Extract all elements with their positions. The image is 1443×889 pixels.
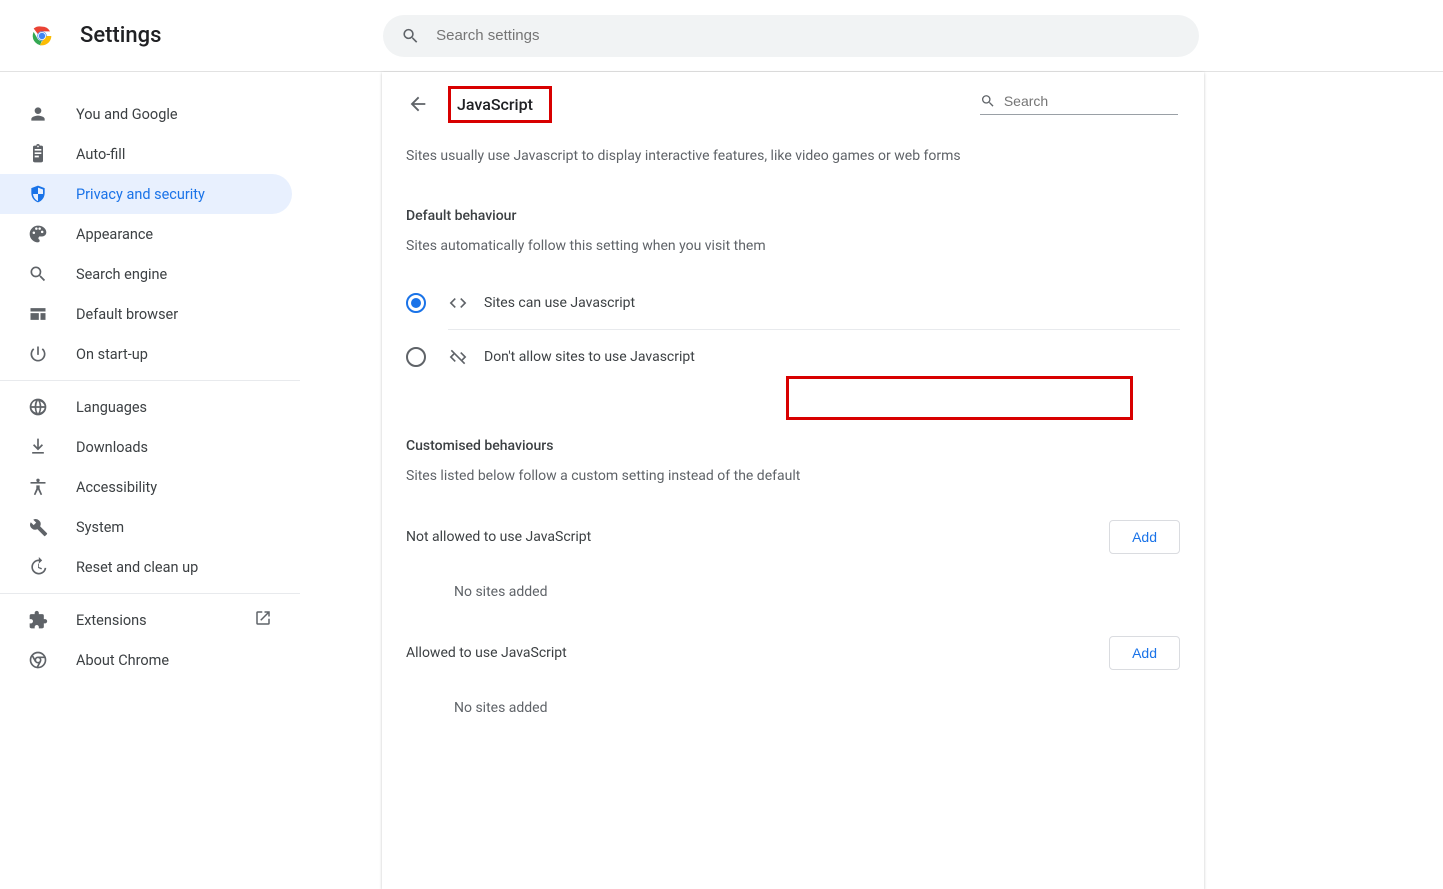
sidebar-item-label: Accessibility bbox=[76, 479, 157, 496]
sidebar-item-default[interactable]: Default browser bbox=[0, 294, 292, 334]
sidebar-item-label: On start-up bbox=[76, 346, 148, 363]
arrow-back-icon bbox=[407, 93, 429, 115]
empty-list-message: No sites added bbox=[454, 584, 1180, 600]
js-option-1[interactable]: Don't allow sites to use Javascript bbox=[448, 330, 1180, 384]
settings-content-card: JavaScript Sites usually use Javascript … bbox=[382, 72, 1204, 889]
magnify-icon bbox=[28, 264, 48, 284]
add-site-button[interactable]: Add bbox=[1109, 520, 1180, 554]
sidebar-item-acc[interactable]: Accessibility bbox=[0, 467, 292, 507]
sidebar-item-label: Privacy and security bbox=[76, 186, 205, 203]
radio-button[interactable] bbox=[406, 293, 426, 313]
site-list-label: Not allowed to use JavaScript bbox=[406, 529, 591, 545]
sidebar-item-label: Search engine bbox=[76, 266, 167, 283]
sidebar-item-label: Languages bbox=[76, 399, 147, 416]
sidebar-item-label: Auto-fill bbox=[76, 146, 125, 163]
page-search-input[interactable] bbox=[1004, 93, 1178, 109]
page-description: Sites usually use Javascript to display … bbox=[406, 148, 1180, 164]
radio-label: Don't allow sites to use Javascript bbox=[484, 349, 695, 365]
back-button[interactable] bbox=[406, 92, 430, 116]
site-list-label: Allowed to use JavaScript bbox=[406, 645, 567, 661]
search-icon bbox=[980, 92, 996, 110]
default-behaviour-title: Default behaviour bbox=[406, 208, 1180, 224]
custom-behaviours-sub: Sites listed below follow a custom setti… bbox=[406, 468, 1180, 484]
site-list-header-1: Allowed to use JavaScript Add bbox=[406, 636, 1180, 670]
app-header: Settings bbox=[0, 0, 1443, 72]
add-site-button[interactable]: Add bbox=[1109, 636, 1180, 670]
sidebar-item-dl[interactable]: Downloads bbox=[0, 427, 292, 467]
sidebar: You and Google Auto-fill Privacy and secur… bbox=[0, 72, 300, 889]
sidebar-item-label: You and Google bbox=[76, 106, 178, 123]
sidebar-item-sys[interactable]: System bbox=[0, 507, 292, 547]
custom-behaviours-title: Customised behaviours bbox=[406, 438, 1180, 454]
global-search[interactable] bbox=[383, 15, 1199, 57]
app-title: Settings bbox=[80, 23, 161, 48]
sidebar-item-reset[interactable]: Reset and clean up bbox=[0, 547, 292, 587]
history-icon bbox=[28, 557, 48, 577]
sidebar-item-label: Appearance bbox=[76, 226, 153, 243]
code-off-icon bbox=[448, 347, 470, 367]
accessibility-icon bbox=[28, 477, 48, 497]
page-search[interactable] bbox=[980, 92, 1178, 115]
global-search-input[interactable] bbox=[436, 27, 1181, 44]
sidebar-item-ext[interactable]: Extensions bbox=[0, 600, 292, 640]
radio-label: Sites can use Javascript bbox=[484, 295, 635, 311]
sidebar-item-autofill[interactable]: Auto-fill bbox=[0, 134, 292, 174]
sidebar-item-appear[interactable]: Appearance bbox=[0, 214, 292, 254]
sidebar-item-startup[interactable]: On start-up bbox=[0, 334, 292, 374]
palette-icon bbox=[28, 224, 48, 244]
globe-icon bbox=[28, 397, 48, 417]
sidebar-item-label: Reset and clean up bbox=[76, 559, 198, 576]
sidebar-item-about[interactable]: About Chrome bbox=[0, 640, 292, 680]
sidebar-item-you[interactable]: You and Google bbox=[0, 94, 292, 134]
sidebar-item-label: Default browser bbox=[76, 306, 178, 323]
download-icon bbox=[28, 437, 48, 457]
sidebar-item-label: System bbox=[76, 519, 124, 536]
clipboard-icon bbox=[28, 144, 48, 164]
sidebar-item-search[interactable]: Search engine bbox=[0, 254, 292, 294]
search-icon bbox=[401, 26, 420, 46]
default-behaviour-sub: Sites automatically follow this setting … bbox=[406, 238, 1180, 254]
page-header: JavaScript bbox=[382, 72, 1204, 136]
puzzle-icon bbox=[28, 610, 48, 630]
chrome-logo-icon bbox=[28, 22, 56, 50]
js-option-0[interactable]: Sites can use Javascript bbox=[448, 276, 1180, 330]
sidebar-item-lang[interactable]: Languages bbox=[0, 387, 292, 427]
external-link-icon bbox=[254, 609, 272, 631]
page-title: JavaScript bbox=[448, 86, 552, 123]
browser-icon bbox=[28, 304, 48, 324]
site-list-header-0: Not allowed to use JavaScript Add bbox=[406, 520, 1180, 554]
sidebar-item-label: Downloads bbox=[76, 439, 148, 456]
radio-button[interactable] bbox=[406, 347, 426, 367]
sidebar-item-privacy[interactable]: Privacy and security bbox=[0, 174, 292, 214]
chrome-icon bbox=[28, 650, 48, 670]
empty-list-message: No sites added bbox=[454, 700, 1180, 716]
power-icon bbox=[28, 344, 48, 364]
wrench-icon bbox=[28, 517, 48, 537]
sidebar-item-label: Extensions bbox=[76, 612, 147, 629]
sidebar-item-label: About Chrome bbox=[76, 652, 169, 669]
person-icon bbox=[28, 104, 48, 124]
code-icon bbox=[448, 293, 470, 313]
shield-icon bbox=[28, 184, 48, 204]
